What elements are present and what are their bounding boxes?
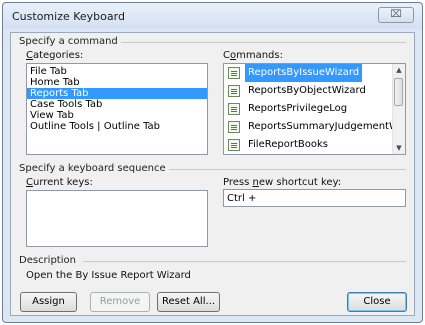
dialog-title: Customize Keyboard <box>12 10 125 23</box>
dialog-body: Specify a command Categories: File Tab H… <box>10 32 415 316</box>
command-label: ReportsSummaryJudgementWizard <box>248 121 406 132</box>
assign-button[interactable]: Assign <box>20 292 77 312</box>
categories-label: Categories: <box>26 50 84 61</box>
command-item[interactable]: FileReportBooks <box>224 136 405 154</box>
keyboard-section-label: Specify a keyboard sequence <box>19 163 169 174</box>
command-label: ReportsByObjectWizard <box>248 85 366 96</box>
report-icon <box>228 85 240 97</box>
command-label: FileReportBooks <box>248 139 328 150</box>
title-bar: Customize Keyboard ⌧ <box>3 3 422 29</box>
category-item[interactable]: Outline Tools | Outline Tab <box>27 121 207 132</box>
description-text: Open the By Issue Report Wizard <box>26 270 191 281</box>
commands-scrollbar[interactable]: ▲ ▼ <box>392 64 405 154</box>
category-item[interactable]: View Tab <box>27 110 207 121</box>
close-button[interactable]: Close <box>347 292 407 312</box>
categories-label-rest: ategories: <box>32 50 84 61</box>
category-item[interactable]: File Tab <box>27 66 207 77</box>
scroll-thumb[interactable] <box>394 78 403 106</box>
keyboard-section-divider <box>161 169 406 170</box>
remove-button[interactable]: Remove <box>90 292 150 312</box>
current-keys-label-rest: urrent keys: <box>32 177 93 188</box>
category-item[interactable]: Home Tab <box>27 77 207 88</box>
command-item[interactable]: ReportsPrivilegeLog <box>224 100 405 118</box>
command-label: ReportsPrivilegeLog <box>248 103 348 114</box>
categories-list[interactable]: File Tab Home Tab Reports Tab Case Tools… <box>26 63 208 155</box>
scroll-up-arrow-icon[interactable]: ▲ <box>393 64 405 76</box>
command-label: ReportsByIssueWizard <box>245 64 363 82</box>
current-keys-list[interactable] <box>26 190 208 247</box>
commands-label-rest: mmands: <box>236 50 283 61</box>
description-label: Description <box>19 255 79 266</box>
command-item-selected[interactable]: ReportsByIssueWizard <box>224 64 405 82</box>
new-shortcut-label-rest: ew shortcut key: <box>258 177 342 188</box>
report-icon <box>228 121 240 133</box>
command-section-divider <box>106 42 406 43</box>
command-section-label: Specify a command <box>19 36 121 47</box>
reset-all-button[interactable]: Reset All... <box>157 292 220 312</box>
category-item[interactable]: Case Tools Tab <box>27 99 207 110</box>
commands-list[interactable]: ReportsByIssueWizard ReportsByObjectWiza… <box>223 63 406 155</box>
new-shortcut-label: Press new shortcut key: <box>223 177 342 188</box>
report-icon <box>228 67 240 79</box>
report-icon <box>228 103 240 115</box>
close-icon[interactable]: ⌧ <box>378 7 414 23</box>
commands-label: Commands: <box>223 50 283 61</box>
scroll-down-arrow-icon[interactable]: ▼ <box>393 142 405 154</box>
current-keys-label: Current keys: <box>26 177 93 188</box>
command-item[interactable]: ReportsByObjectWizard <box>224 82 405 100</box>
report-icon <box>228 139 240 151</box>
new-shortcut-input[interactable]: Ctrl + <box>223 189 406 207</box>
description-section-divider <box>83 261 406 262</box>
category-item-selected[interactable]: Reports Tab <box>27 88 207 99</box>
command-item[interactable]: ReportsSummaryJudgementWizard <box>224 118 405 136</box>
customize-keyboard-dialog: Customize Keyboard ⌧ Specify a command C… <box>2 2 423 323</box>
